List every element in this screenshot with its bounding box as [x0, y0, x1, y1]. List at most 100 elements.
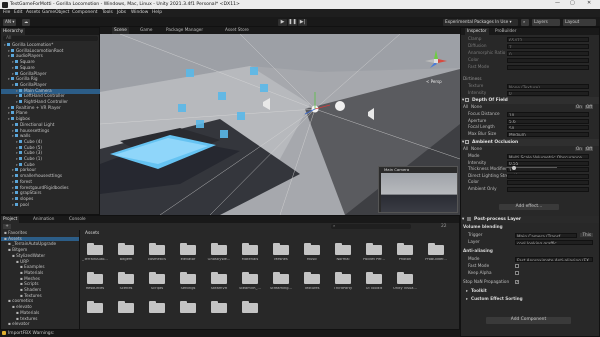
menu-assets[interactable]: Assets [26, 10, 40, 15]
hierarchy-item[interactable]: ▸ slopes [1, 196, 100, 202]
folder-icon[interactable] [211, 300, 227, 313]
folder-label[interactable]: Scripts [143, 287, 171, 291]
bloom-value[interactable]: 0 [507, 51, 589, 56]
fast-mode-checkbox[interactable] [515, 264, 519, 268]
hierarchy-item[interactable]: ▸ Gorilla Rig [1, 77, 100, 82]
folder-label[interactable]: Streaming... [267, 287, 295, 291]
folder-icon[interactable] [118, 242, 134, 255]
folder-icon[interactable] [211, 242, 227, 255]
folder-icon[interactable] [366, 271, 382, 284]
hierarchy-item[interactable]: ▸ Square [1, 59, 100, 65]
ao-on-button[interactable]: On [575, 146, 583, 152]
folder-icon[interactable] [242, 271, 258, 284]
folder-icon[interactable] [397, 271, 413, 284]
folder-label[interactable]: Photon [391, 258, 419, 262]
keep-alpha-checkbox[interactable] [515, 271, 519, 275]
ao-value[interactable] [507, 173, 589, 179]
project-tree-item[interactable]: ▪ Scripts [1, 282, 79, 286]
folder-icon[interactable] [273, 242, 289, 255]
layers-dropdown[interactable]: Layers [532, 18, 560, 26]
dof-on-button[interactable]: On [575, 104, 583, 110]
project-search-input[interactable]: ⌕ [331, 224, 411, 229]
project-tree-item[interactable]: ▪ URP [1, 259, 79, 264]
hierarchy-item[interactable]: ▸ Directional Light [1, 122, 100, 128]
breadcrumb[interactable]: Assets [85, 231, 99, 236]
folder-icon[interactable] [273, 271, 289, 284]
bloom-value[interactable] [507, 65, 589, 70]
ao-value[interactable] [507, 186, 589, 192]
folder-icon[interactable] [211, 271, 227, 284]
bloom-value[interactable]: 65472 [507, 37, 589, 42]
folder-icon[interactable] [149, 242, 165, 255]
project-tree-item[interactable]: ▪ elevator [1, 322, 79, 326]
dof-off-button[interactable]: Off [585, 104, 594, 110]
folder-icon[interactable] [180, 271, 196, 284]
dirtiness-value[interactable]: None (Texture) [507, 84, 589, 89]
step-icon[interactable]: ▶| [298, 18, 307, 26]
dof-all-label[interactable]: All [463, 104, 468, 109]
dof-value[interactable]: Medium [507, 131, 589, 137]
ambient-occlusion-foldout-icon[interactable]: ▾ [462, 140, 464, 145]
folder-label[interactable]: GhostlyWe... [205, 258, 233, 262]
menu-gameobject[interactable]: GameObject [42, 10, 69, 15]
add-component-button[interactable]: Add Component [486, 317, 571, 324]
folder-label[interactable]: Resources [81, 287, 109, 291]
ao-off-button[interactable]: Off [585, 146, 594, 152]
ambient-occlusion-enable-checkbox[interactable] [465, 140, 469, 144]
menu-file[interactable]: File [3, 10, 10, 15]
project-tree-item[interactable]: ▪ Materials [1, 270, 79, 275]
persp-label[interactable]: < Persp [426, 80, 442, 84]
cloud-icon[interactable]: ☁ [22, 18, 30, 26]
folder-label[interactable]: UI Toolkit [360, 287, 388, 291]
post-process-layer-foldout-icon[interactable]: ▾ [462, 217, 464, 222]
menu-help[interactable]: Help [152, 10, 162, 15]
tab-inspector[interactable]: Inspector [465, 28, 489, 35]
layout-dropdown[interactable]: Layout [563, 18, 596, 26]
hierarchy-item[interactable]: ▸ smallerhousesttings [1, 173, 100, 179]
bloom-value[interactable]: 7 [507, 44, 589, 49]
tab-project[interactable]: Project [1, 216, 20, 223]
ao-none-label[interactable]: None [471, 146, 482, 151]
project-tree-item[interactable]: ▪ elevato [1, 304, 79, 309]
folder-icon[interactable] [87, 271, 103, 284]
project-tree-item[interactable]: ▪ textures [1, 316, 79, 321]
dof-none-label[interactable]: None [471, 104, 482, 109]
menu-tools[interactable]: Tools [102, 10, 113, 15]
folder-label[interactable]: ProBuilder... [422, 258, 450, 262]
project-tree-item[interactable]: ▪ Favorites [1, 230, 79, 235]
trigger-field[interactable]: Main Camera (Transf [515, 233, 577, 238]
depth-of-field-section[interactable]: ▾ Depth Of Field [461, 97, 599, 104]
project-tree-item[interactable]: ▪ Textures [1, 293, 79, 298]
folder-label[interactable]: Materials [236, 258, 264, 262]
folder-label[interactable]: SteamVR [205, 287, 233, 291]
pause-icon[interactable]: ❚❚ [288, 18, 297, 26]
folder-label[interactable]: SteamVR_... [236, 287, 264, 291]
tab-console[interactable]: Console [67, 216, 88, 223]
folder-label[interactable]: ThirdParty [329, 287, 357, 291]
project-tree-item[interactable]: ▪ Materials [1, 310, 79, 315]
add-effect-button[interactable]: Add effect... [499, 204, 559, 210]
menu-jobs[interactable]: Jobs [117, 10, 126, 15]
folder-label[interactable]: cosmetics [143, 258, 171, 262]
ao-all-label[interactable]: All [463, 146, 468, 151]
folder-icon[interactable] [180, 242, 196, 255]
hierarchy-item[interactable]: ▸ grapStairs [1, 191, 100, 196]
project-add-button[interactable]: + [3, 224, 11, 229]
minimize-button[interactable]: — [555, 1, 560, 6]
folder-label[interactable]: Pocket Per... [360, 258, 388, 262]
account-button[interactable]: AN ▾ [3, 18, 17, 26]
project-tree-item[interactable]: ▪ Bitgem [1, 247, 79, 252]
hierarchy-item[interactable]: ▸ housesettings [1, 128, 100, 134]
menu-edit[interactable]: Edit [14, 10, 23, 15]
folder-icon[interactable] [428, 242, 444, 255]
folder-icon[interactable] [87, 242, 103, 255]
search-icon[interactable]: ⌕ [521, 18, 529, 26]
maximize-button[interactable]: ▢ [570, 1, 575, 6]
project-tree-item[interactable]: ▪ Examples [1, 265, 79, 269]
toolkit-foldout-icon[interactable]: ▸ [466, 288, 468, 293]
folder-icon[interactable] [304, 242, 320, 255]
tab-hierarchy[interactable]: Hierarchy [1, 28, 26, 35]
folder-icon[interactable] [335, 271, 351, 284]
project-tree-item[interactable]: ▪ _TerrainAutoUpgrade [1, 242, 79, 246]
folder-label[interactable]: Normal [329, 258, 357, 262]
